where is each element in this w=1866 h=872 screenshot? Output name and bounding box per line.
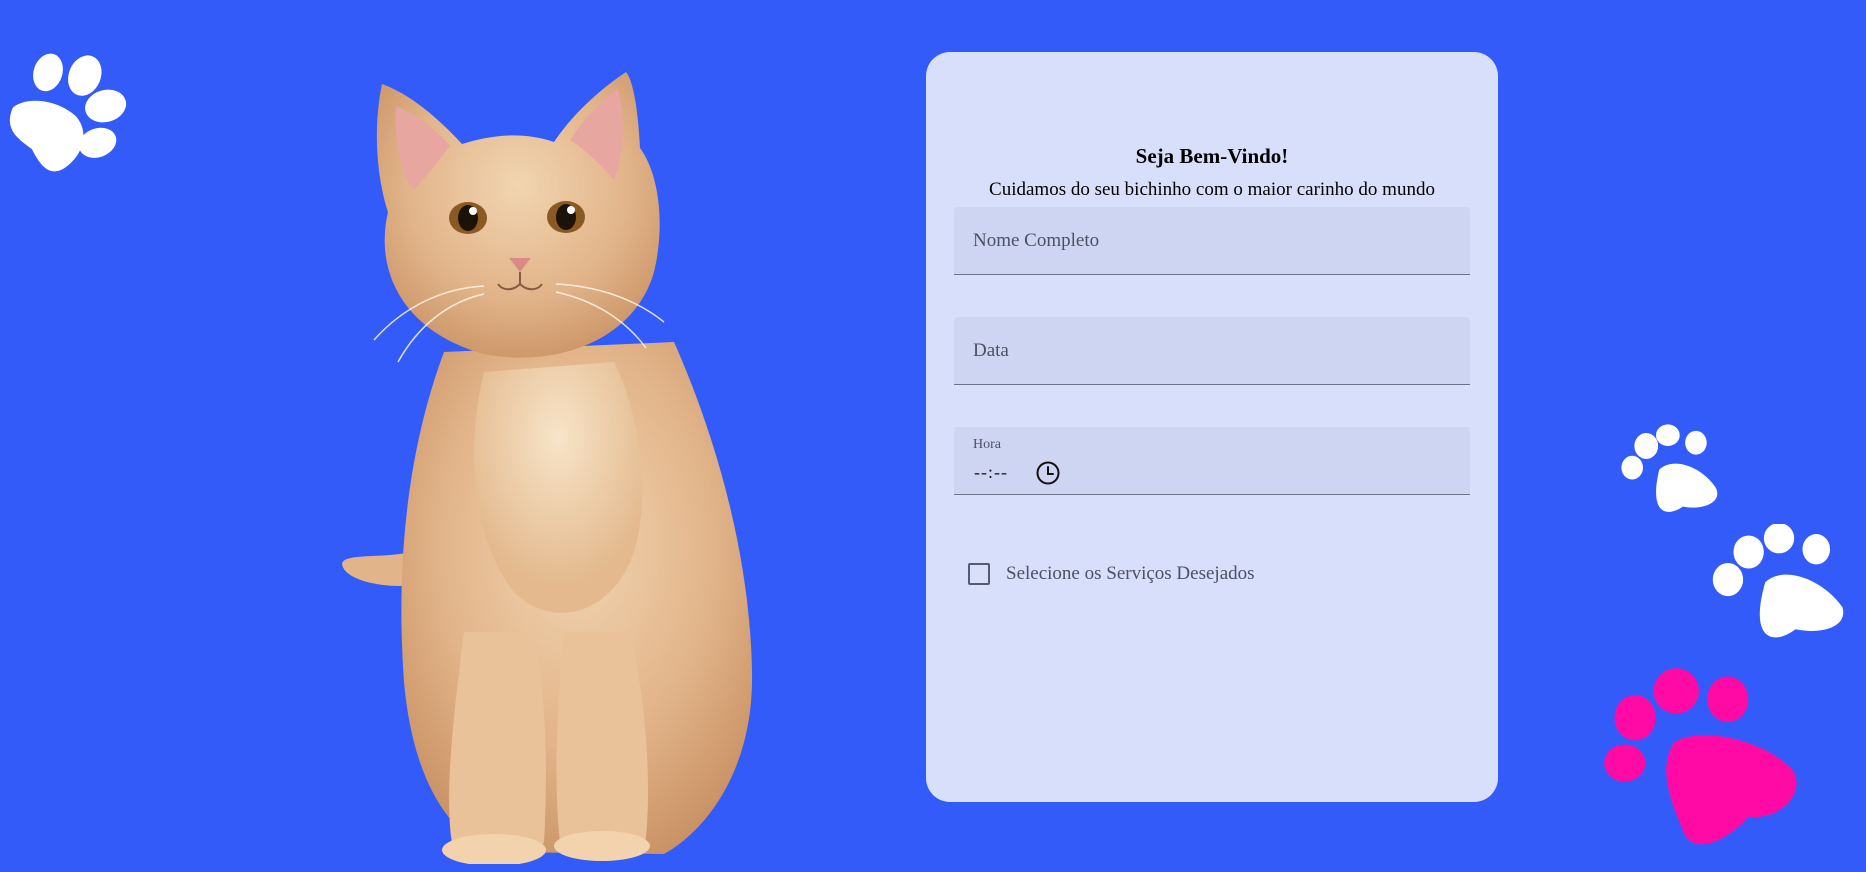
clock-icon[interactable] — [1035, 460, 1061, 486]
date-input[interactable]: Data — [954, 317, 1470, 385]
paw-icon — [0, 50, 160, 210]
card-subtitle: Cuidamos do seu bichinho com o maior car… — [989, 179, 1435, 200]
paw-icon — [1616, 424, 1724, 522]
time-label: Hora — [973, 437, 1001, 452]
paw-icon — [1710, 524, 1848, 649]
full-name-placeholder: Nome Completo — [973, 230, 1100, 251]
date-placeholder: Data — [973, 340, 1009, 361]
time-input[interactable]: Hora --:-- — [954, 427, 1470, 495]
services-checkbox[interactable] — [968, 563, 990, 585]
card-title: Seja Bem-Vindo! — [1135, 144, 1289, 168]
services-checkbox-row[interactable]: Selecione os Serviços Desejados — [968, 561, 1255, 587]
cat-image — [334, 72, 794, 864]
welcome-card: Seja Bem-Vindo! Cuidamos do seu bichinho… — [926, 52, 1498, 802]
time-value: --:-- — [974, 462, 1008, 482]
paw-icon — [1600, 668, 1806, 854]
full-name-input[interactable]: Nome Completo — [954, 207, 1470, 275]
services-label: Selecione os Serviços Desejados — [1006, 563, 1255, 584]
